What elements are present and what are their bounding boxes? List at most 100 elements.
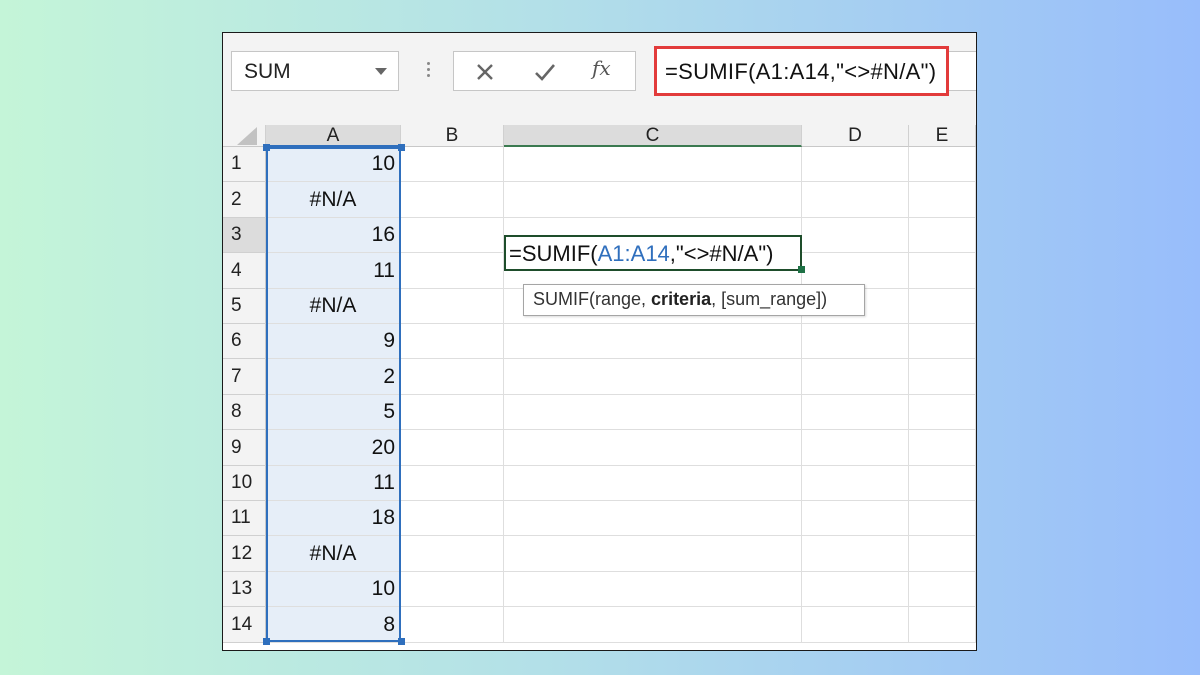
- cell-d7[interactable]: [802, 359, 909, 395]
- row-header-8[interactable]: 8: [223, 395, 266, 430]
- cell-c2[interactable]: [504, 182, 802, 218]
- cell-a1[interactable]: 10: [266, 147, 401, 182]
- cell-e13[interactable]: [909, 572, 976, 607]
- cell-b1[interactable]: [401, 147, 504, 182]
- cell-a7[interactable]: 2: [266, 359, 401, 395]
- column-header-d[interactable]: D: [802, 125, 909, 147]
- cell-a9[interactable]: 20: [266, 430, 401, 466]
- column-header-e[interactable]: E: [909, 125, 976, 147]
- cell-e2[interactable]: [909, 182, 976, 218]
- cell-e9[interactable]: [909, 430, 976, 466]
- cell-d13[interactable]: [802, 572, 909, 607]
- formula-input[interactable]: =SUMIF(A1:A14,"<>#N/A"): [654, 46, 949, 96]
- tooltip-arg-range[interactable]: range,: [595, 289, 651, 309]
- cell-e10[interactable]: [909, 466, 976, 501]
- cell-b11[interactable]: [401, 501, 504, 536]
- row-header-5[interactable]: 5: [223, 289, 266, 324]
- cell-a11[interactable]: 18: [266, 501, 401, 536]
- cell-d8[interactable]: [802, 395, 909, 430]
- selection-handle[interactable]: [398, 638, 405, 645]
- cell-a5[interactable]: #N/A: [266, 289, 401, 324]
- cell-a13[interactable]: 10: [266, 572, 401, 607]
- cell-c1[interactable]: [504, 147, 802, 182]
- cell-d9[interactable]: [802, 430, 909, 466]
- cell-d2[interactable]: [802, 182, 909, 218]
- fill-handle[interactable]: [798, 266, 805, 273]
- cell-d3[interactable]: [802, 218, 909, 253]
- column-header-a[interactable]: A: [266, 125, 401, 147]
- cell-b2[interactable]: [401, 182, 504, 218]
- cell-c8[interactable]: [504, 395, 802, 430]
- row-header-1[interactable]: 1: [223, 147, 266, 182]
- cell-a10[interactable]: 11: [266, 466, 401, 501]
- cell-d11[interactable]: [802, 501, 909, 536]
- cell-d1[interactable]: [802, 147, 909, 182]
- cell-b3[interactable]: [401, 218, 504, 253]
- select-all-button[interactable]: [223, 125, 266, 147]
- row-header-9[interactable]: 9: [223, 430, 266, 466]
- cell-b7[interactable]: [401, 359, 504, 395]
- column-header-b[interactable]: B: [401, 125, 504, 147]
- column-header-c[interactable]: C: [504, 125, 802, 147]
- cell-b10[interactable]: [401, 466, 504, 501]
- cell-c6[interactable]: [504, 324, 802, 359]
- tooltip-arg-sum-range[interactable]: , [sum_range]): [711, 289, 827, 309]
- selection-handle[interactable]: [398, 144, 405, 151]
- cell-d14[interactable]: [802, 607, 909, 643]
- row-header-6[interactable]: 6: [223, 324, 266, 359]
- row-header-12[interactable]: 12: [223, 536, 266, 572]
- cell-d12[interactable]: [802, 536, 909, 572]
- cell-b4[interactable]: [401, 253, 504, 289]
- row-header-7[interactable]: 7: [223, 359, 266, 395]
- cell-c13[interactable]: [504, 572, 802, 607]
- cell-e1[interactable]: [909, 147, 976, 182]
- cell-b5[interactable]: [401, 289, 504, 324]
- row-header-11[interactable]: 11: [223, 501, 266, 536]
- cell-b6[interactable]: [401, 324, 504, 359]
- cell-a8[interactable]: 5: [266, 395, 401, 430]
- cell-b9[interactable]: [401, 430, 504, 466]
- row-header-4[interactable]: 4: [223, 253, 266, 289]
- cell-c11[interactable]: [504, 501, 802, 536]
- row-header-10[interactable]: 10: [223, 466, 266, 501]
- cell-c14[interactable]: [504, 607, 802, 643]
- cell-a6[interactable]: 9: [266, 324, 401, 359]
- cell-a12[interactable]: #N/A: [266, 536, 401, 572]
- cell-d10[interactable]: [802, 466, 909, 501]
- name-box[interactable]: SUM: [231, 51, 399, 91]
- cell-e4[interactable]: [909, 253, 976, 289]
- cell-b8[interactable]: [401, 395, 504, 430]
- cell-e12[interactable]: [909, 536, 976, 572]
- cell-e6[interactable]: [909, 324, 976, 359]
- cell-a2[interactable]: #N/A: [266, 182, 401, 218]
- cell-c7[interactable]: [504, 359, 802, 395]
- cell-c10[interactable]: [504, 466, 802, 501]
- cell-e3[interactable]: [909, 218, 976, 253]
- name-box-dropdown-icon[interactable]: [375, 68, 387, 75]
- close-icon[interactable]: [470, 58, 500, 86]
- cell-e14[interactable]: [909, 607, 976, 643]
- cell-b13[interactable]: [401, 572, 504, 607]
- row-header-14[interactable]: 14: [223, 607, 266, 643]
- cell-e5[interactable]: [909, 289, 976, 324]
- tooltip-arg-criteria[interactable]: criteria: [651, 289, 711, 309]
- cell-a3[interactable]: 16: [266, 218, 401, 253]
- selection-handle[interactable]: [263, 638, 270, 645]
- cell-a14[interactable]: 8: [266, 607, 401, 643]
- drag-handle-icon[interactable]: [421, 59, 435, 83]
- cell-c9[interactable]: [504, 430, 802, 466]
- check-icon[interactable]: [530, 58, 560, 86]
- row-header-2[interactable]: 2: [223, 182, 266, 218]
- tooltip-function[interactable]: SUMIF(: [533, 289, 595, 309]
- row-header-13[interactable]: 13: [223, 572, 266, 607]
- cell-b14[interactable]: [401, 607, 504, 643]
- cell-c12[interactable]: [504, 536, 802, 572]
- insert-function-button[interactable]: fx: [592, 56, 622, 84]
- cell-d6[interactable]: [802, 324, 909, 359]
- cell-a4[interactable]: 11: [266, 253, 401, 289]
- active-cell-c3[interactable]: =SUMIF(A1:A14,"<>#N/A"): [504, 235, 802, 271]
- selection-handle[interactable]: [263, 144, 270, 151]
- cell-b12[interactable]: [401, 536, 504, 572]
- row-header-3[interactable]: 3: [223, 218, 266, 253]
- cell-e7[interactable]: [909, 359, 976, 395]
